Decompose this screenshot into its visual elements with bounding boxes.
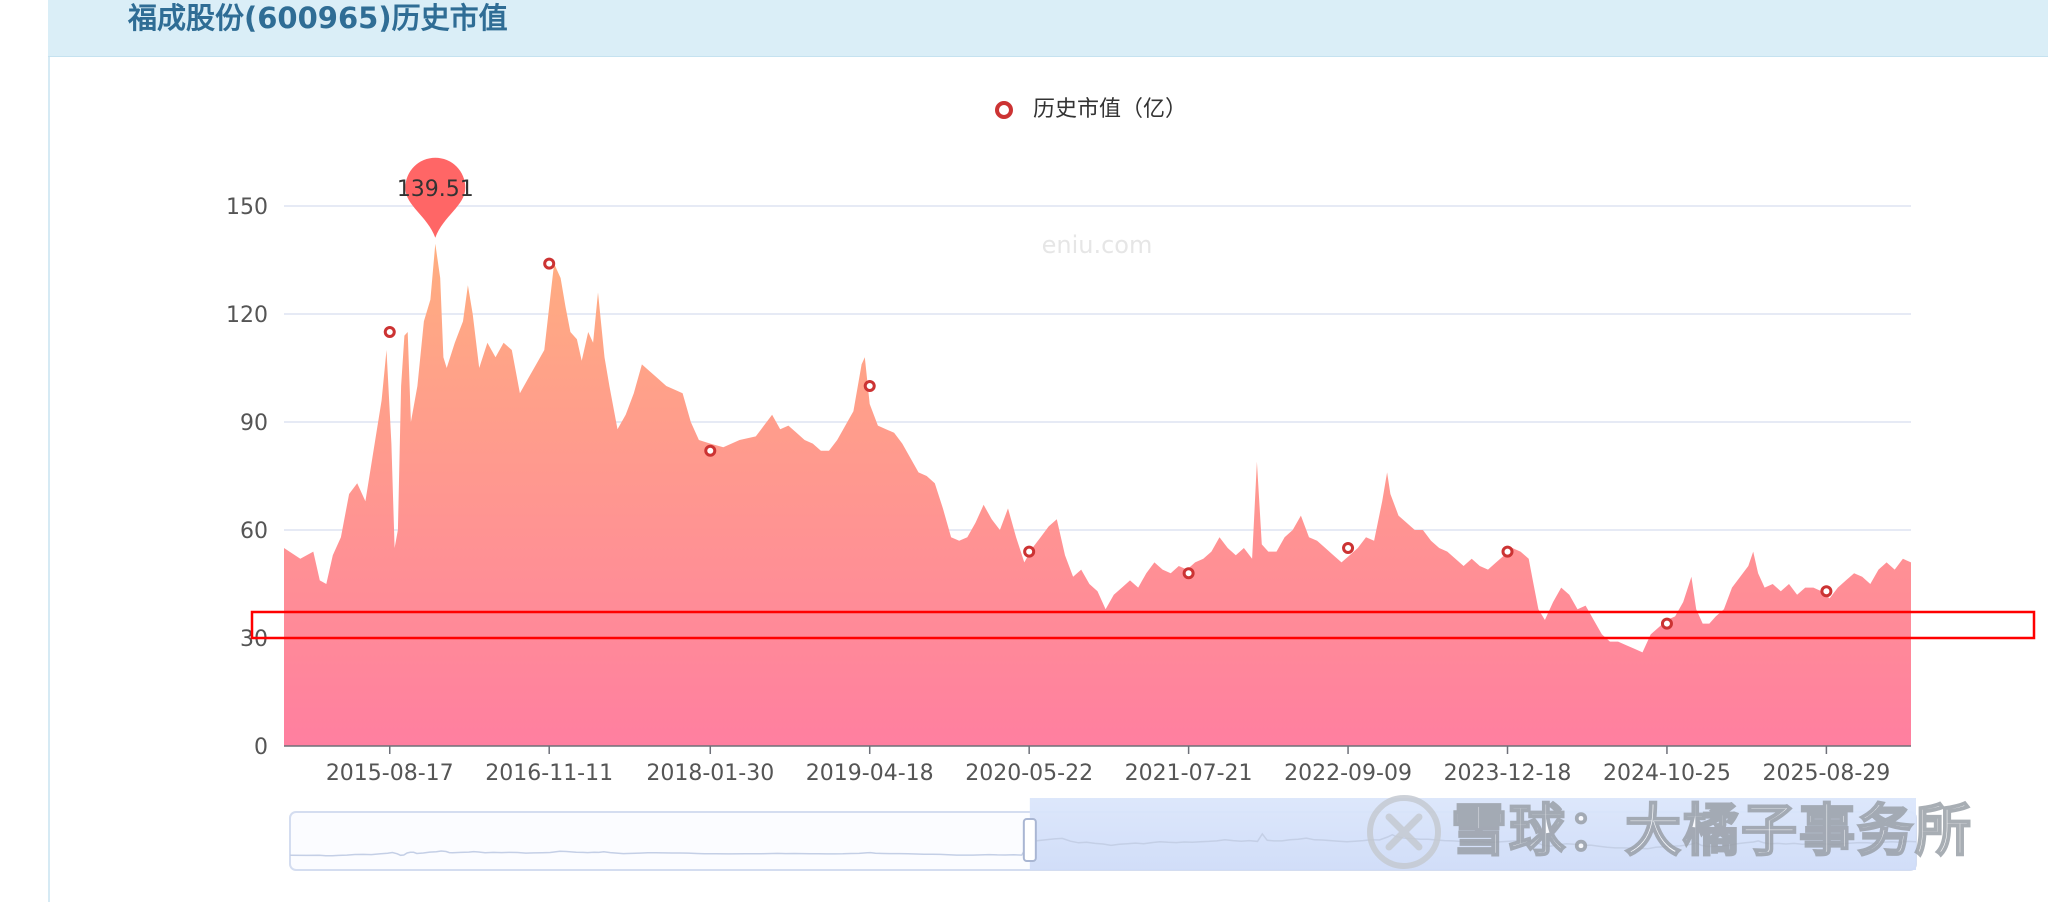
y-tick-label: 0 xyxy=(254,735,268,760)
x-tick-label: 2018-01-30 xyxy=(646,761,774,786)
data-point-marker[interactable] xyxy=(1660,617,1673,630)
x-tick-label: 2015-08-17 xyxy=(326,761,454,786)
x-tick-label: 2022-09-09 xyxy=(1284,761,1412,786)
y-tick-label: 30 xyxy=(240,627,268,652)
data-point-marker[interactable] xyxy=(863,380,876,392)
xueqiu-logo-icon xyxy=(1367,795,1441,869)
max-pin-label: 139.51 xyxy=(397,177,474,202)
y-tick-label: 120 xyxy=(226,303,268,328)
max-value-pin: 139.51 xyxy=(397,157,474,238)
data-point-marker[interactable] xyxy=(1501,545,1514,558)
y-tick-label: 60 xyxy=(240,519,268,544)
eniu-watermark: eniu.com xyxy=(1042,231,1153,259)
market-cap-chart: 0 30 60 90 120 150 eniu.com 2015-08-17 2016-11… xyxy=(226,157,2036,871)
y-axis-ticks: 0 30 60 90 120 150 xyxy=(226,195,268,760)
data-point-marker[interactable] xyxy=(1023,545,1036,558)
data-point-marker[interactable] xyxy=(1182,567,1195,580)
data-point-marker[interactable] xyxy=(1342,542,1355,554)
y-tick-label: 150 xyxy=(226,195,268,220)
data-point-marker[interactable] xyxy=(1820,585,1833,598)
x-tick-label: 2023-12-18 xyxy=(1444,761,1572,786)
x-tick-label: 2025-08-29 xyxy=(1762,761,1890,786)
xueqiu-watermark: 雪球：大橘子事务所 xyxy=(1365,792,1973,872)
x-tick-label: 2024-10-25 xyxy=(1603,761,1731,786)
xueqiu-watermark-text: 雪球：大橘子事务所 xyxy=(1450,798,1973,865)
data-point-marker[interactable] xyxy=(383,326,396,338)
data-point-marker[interactable] xyxy=(543,257,556,270)
x-axis-ticks: 2015-08-17 2016-11-11 2018-01-30 2019-04-18… xyxy=(326,746,1890,786)
x-tick-label: 2020-05-22 xyxy=(965,761,1093,786)
data-point-marker[interactable] xyxy=(704,444,717,457)
x-tick-label: 2019-04-18 xyxy=(806,761,934,786)
x-tick-label: 2021-07-21 xyxy=(1125,761,1253,786)
zoom-left-handle[interactable] xyxy=(1022,818,1037,862)
y-tick-label: 90 xyxy=(240,411,268,436)
market-cap-area xyxy=(284,243,1911,747)
x-tick-label: 2016-11-11 xyxy=(485,761,613,786)
